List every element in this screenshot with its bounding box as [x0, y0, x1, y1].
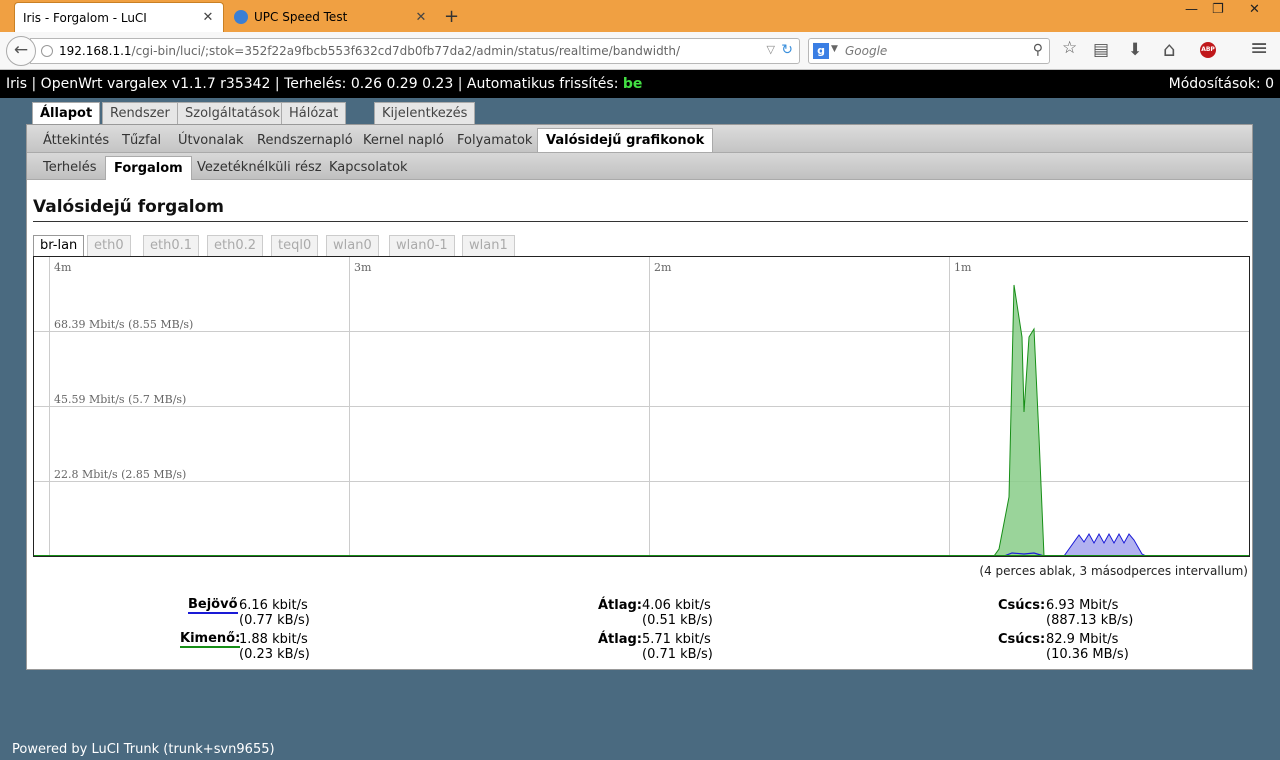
value-label: 68.39 Mbit/s (8.55 MB/s): [54, 318, 193, 331]
search-icon[interactable]: ⚲: [1033, 42, 1043, 58]
time-label: 4m: [54, 261, 72, 274]
browser-tab-speedtest[interactable]: UPC Speed Test ✕: [226, 2, 436, 32]
in-current: 6.16 kbit/s: [239, 598, 308, 613]
tab-tuzfal[interactable]: Tűzfal: [114, 129, 169, 153]
window-close-button[interactable]: ✕: [1249, 2, 1260, 17]
time-label: 1m: [954, 261, 972, 274]
tab-kijelentkezes[interactable]: Kijelentkezés: [374, 102, 476, 126]
in-avg: 4.06 kbit/s: [642, 598, 711, 613]
tab-kapcsolatok[interactable]: Kapcsolatok: [321, 156, 416, 180]
new-tab-button[interactable]: +: [444, 6, 459, 27]
address-bar[interactable]: 192.168.1.1/cgi-bin/luci/;stok=352f22a9f…: [30, 38, 800, 64]
rx-area: [1063, 532, 1147, 556]
sub-submenu: Terhelés Forgalom Vezetéknélküli rész Ka…: [27, 153, 1252, 180]
out-peak-label: Csúcs:: [998, 632, 1046, 647]
bookmark-star-icon[interactable]: ☆: [1062, 38, 1077, 58]
out-peak-bytes: (10.36 MB/s): [1046, 647, 1129, 662]
tab-vezeteknelkuli[interactable]: Vezetéknélküli rész: [189, 156, 330, 180]
value-label: 45.59 Mbit/s (5.7 MB/s): [54, 393, 186, 406]
reload-icon[interactable]: ↻: [781, 42, 793, 58]
iftab-eth0[interactable]: eth0: [87, 235, 131, 257]
iftab-wlan0[interactable]: wlan0: [326, 235, 379, 257]
navigation-bar: 192.168.1.1/cgi-bin/luci/;stok=352f22a9f…: [0, 32, 1280, 70]
history-dropdown-icon[interactable]: ▽: [767, 43, 775, 56]
iftab-eth0-1[interactable]: eth0.1: [143, 235, 200, 257]
out-current-bytes: (0.23 kB/s): [239, 647, 310, 662]
out-avg-bytes: (0.71 kB/s): [642, 647, 713, 662]
in-peak-label: Csúcs:: [998, 598, 1046, 613]
tab-halozat[interactable]: Hálózat: [281, 102, 347, 126]
close-icon[interactable]: ✕: [414, 10, 428, 25]
home-icon[interactable]: ⌂: [1163, 37, 1176, 61]
browser-tab-strip: Iris - Forgalom - LuCI ✕ UPC Speed Test …: [0, 0, 1280, 32]
out-avg: 5.71 kbit/s: [642, 632, 711, 647]
iftab-wlan0-1[interactable]: wlan0-1: [389, 235, 455, 257]
tab-forgalom[interactable]: Forgalom: [105, 156, 192, 180]
content-panel: Áttekintés Tűzfal Útvonalak Rendszernapl…: [26, 124, 1253, 670]
tab-utvonalak[interactable]: Útvonalak: [170, 129, 252, 153]
changes-link[interactable]: Módosítások: 0: [1169, 70, 1274, 98]
in-label: Bejövő: [188, 597, 238, 614]
browser-tab-luci[interactable]: Iris - Forgalom - LuCI ✕: [14, 2, 224, 32]
search-bar[interactable]: g ▼ Google ⚲: [808, 38, 1050, 64]
autorefresh-toggle[interactable]: be: [623, 76, 643, 92]
back-button[interactable]: ←: [6, 36, 36, 66]
header-status: Iris | OpenWrt vargalex v1.1.7 r35342 | …: [6, 76, 623, 92]
window-note: (4 perces ablak, 3 másodperces intervall…: [979, 564, 1248, 578]
google-engine-icon[interactable]: g: [813, 43, 829, 59]
tab-terheles[interactable]: Terhelés: [35, 156, 104, 180]
footer: Powered by LuCI Trunk (trunk+svn9655): [12, 742, 275, 757]
submenu: Áttekintés Tűzfal Útvonalak Rendszernapl…: [27, 125, 1252, 153]
browser-tab-title: UPC Speed Test: [254, 10, 348, 24]
in-current-bytes: (0.77 kB/s): [239, 613, 310, 628]
time-label: 3m: [354, 261, 372, 274]
bandwidth-svg: 4m 3m 2m 1m 68.39 Mbit/s (8.55 MB/s) 45.…: [34, 257, 1249, 556]
status-header: Iris | OpenWrt vargalex v1.1.7 r35342 | …: [0, 70, 1280, 98]
value-label: 22.8 Mbit/s (2.85 MB/s): [54, 468, 186, 481]
tab-attekintes[interactable]: Áttekintés: [35, 129, 117, 153]
search-placeholder: Google: [845, 44, 888, 58]
iftab-br-lan[interactable]: br-lan: [33, 235, 85, 258]
page-title: Valósidejű forgalom: [33, 197, 1248, 222]
download-icon[interactable]: ⬇: [1128, 40, 1142, 60]
url-text: 192.168.1.1/cgi-bin/luci/;stok=352f22a9f…: [59, 44, 681, 58]
tab-kernel-naplo[interactable]: Kernel napló: [355, 129, 452, 153]
in-peak: 6.93 Mbit/s: [1046, 598, 1119, 613]
iftab-wlan1[interactable]: wlan1: [462, 235, 515, 257]
tab-rendszernaplo[interactable]: Rendszernapló: [249, 129, 361, 153]
out-peak: 82.9 Mbit/s: [1046, 632, 1119, 647]
out-avg-label: Átlag:: [598, 632, 643, 647]
engine-dropdown-icon[interactable]: ▼: [831, 44, 838, 54]
page: Iris | OpenWrt vargalex v1.1.7 r35342 | …: [0, 70, 1280, 760]
out-current: 1.88 kbit/s: [239, 632, 308, 647]
restore-button[interactable]: ❐: [1212, 2, 1224, 17]
menu-icon[interactable]: ≡: [1250, 36, 1268, 61]
minimize-button[interactable]: —: [1185, 2, 1198, 17]
time-label: 2m: [654, 261, 672, 274]
out-label: Kimenő:: [180, 631, 241, 648]
browser-tab-title: Iris - Forgalom - LuCI: [23, 10, 147, 25]
tab-allapot[interactable]: Állapot: [32, 102, 101, 126]
in-peak-bytes: (887.13 kB/s): [1046, 613, 1134, 628]
tab-rendszer[interactable]: Rendszer: [102, 102, 178, 126]
tab-valosideju-grafikonok[interactable]: Valósidejű grafikonok: [537, 128, 714, 152]
in-avg-label: Átlag:: [598, 598, 643, 613]
tx-area: [993, 284, 1045, 556]
bandwidth-graph: 4m 3m 2m 1m 68.39 Mbit/s (8.55 MB/s) 45.…: [33, 256, 1250, 557]
iftab-teql0[interactable]: teql0: [271, 235, 319, 257]
tab-szolgaltatasok[interactable]: Szolgáltatások: [177, 102, 288, 126]
upc-favicon-icon: [234, 10, 248, 24]
site-identity-icon[interactable]: [41, 45, 53, 57]
adblock-icon[interactable]: ABP: [1200, 42, 1216, 58]
reading-list-icon[interactable]: ▤: [1093, 40, 1109, 60]
close-icon[interactable]: ✕: [201, 10, 215, 25]
in-avg-bytes: (0.51 kB/s): [642, 613, 713, 628]
tab-folyamatok[interactable]: Folyamatok: [449, 129, 540, 153]
stats-panel: Bejövő 6.16 kbit/s (0.77 kB/s) Kimenő: 1…: [27, 595, 1252, 665]
iftab-eth0-2[interactable]: eth0.2: [207, 235, 264, 257]
